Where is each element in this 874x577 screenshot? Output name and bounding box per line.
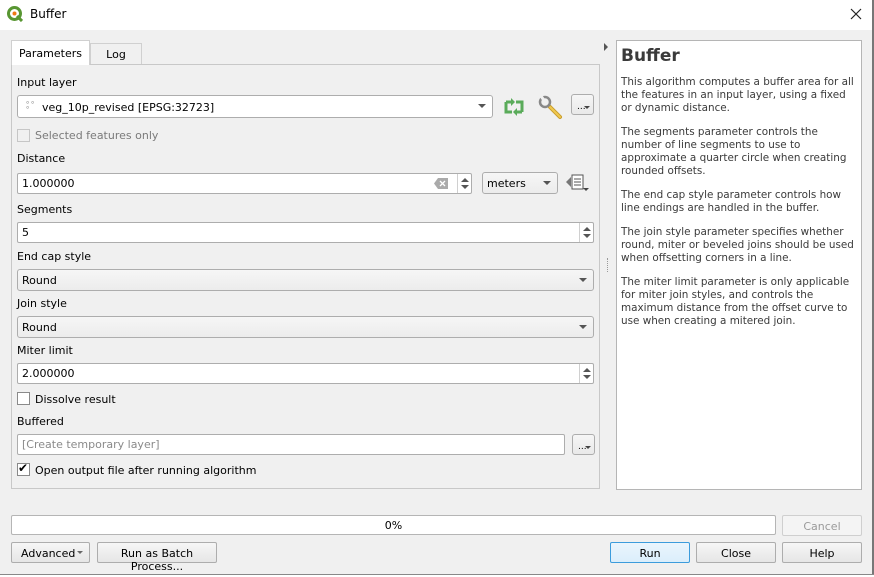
distance-label: Distance (17, 152, 66, 165)
help-button[interactable]: Help (782, 542, 862, 563)
advanced-button[interactable]: Advanced (11, 542, 90, 563)
selected-features-only-label: Selected features only (35, 129, 159, 142)
distance-unit-value: meters (487, 177, 526, 190)
input-layer-value: veg_10p_revised [EPSG:32723] (42, 101, 215, 114)
close-button[interactable]: Close (696, 542, 776, 563)
help-paragraph: The miter limit parameter is only applic… (621, 276, 850, 327)
collapse-help-icon[interactable] (604, 43, 608, 51)
window-title: Buffer (30, 7, 67, 21)
iterate-icon[interactable] (502, 96, 526, 118)
chevron-down-icon (77, 551, 83, 554)
help-paragraph: The join style parameter specifies wheth… (621, 226, 854, 264)
segments-value: 5 (22, 226, 29, 239)
help-paragraph: The segments parameter controls the numb… (621, 126, 847, 177)
checkmark-icon: ✔ (18, 461, 29, 475)
dropdown-arrow-icon (585, 446, 591, 449)
end-cap-style-select[interactable]: Round (17, 269, 594, 291)
chevron-down-icon (579, 278, 587, 282)
data-defined-override-icon[interactable] (566, 173, 590, 193)
buffered-placeholder: [Create temporary layer] (22, 438, 160, 451)
input-layer-select[interactable]: ∘∘ ∘ veg_10p_revised [EPSG:32723] (17, 95, 493, 118)
title-bar: Buffer (0, 0, 874, 30)
segments-input[interactable]: 5 (17, 222, 594, 243)
miter-limit-input[interactable]: 2.000000 (17, 363, 594, 384)
progress-label: 0% (384, 519, 403, 532)
segments-label: Segments (17, 203, 73, 216)
open-output-checkbox[interactable]: ✔ (17, 461, 30, 476)
chevron-down-icon (543, 181, 551, 185)
chevron-down-icon (478, 104, 486, 108)
distance-unit-select[interactable]: meters (482, 172, 558, 194)
help-panel: Buffer This algorithm computes a buffer … (616, 40, 862, 490)
progress-bar: 0% (11, 515, 776, 535)
cancel-button[interactable]: Cancel (782, 515, 862, 536)
buffered-output-input[interactable]: [Create temporary layer] (17, 434, 565, 455)
join-style-value: Round (22, 321, 57, 334)
miter-limit-value: 2.000000 (22, 367, 75, 380)
miter-limit-label: Miter limit (17, 344, 73, 357)
help-title: Buffer (621, 46, 680, 66)
close-icon[interactable] (846, 4, 866, 24)
point-layer-icon: ∘∘ ∘ (25, 98, 36, 112)
dropdown-arrow-icon (584, 106, 590, 109)
join-style-select[interactable]: Round (17, 316, 594, 338)
help-paragraph: The end cap style parameter controls how… (621, 189, 842, 214)
tab-log[interactable]: Log (90, 43, 142, 65)
input-layer-label: Input layer (17, 76, 77, 89)
distance-value: 1.000000 (22, 177, 75, 190)
buffered-browse-button[interactable]: ... (572, 434, 595, 455)
segments-spinner[interactable] (579, 223, 593, 242)
open-output-label: Open output file after running algorithm (35, 464, 257, 477)
run-button[interactable]: Run (610, 542, 690, 563)
dissolve-result-checkbox[interactable] (17, 392, 30, 405)
run-as-batch-button[interactable]: Run as Batch Process... (97, 542, 217, 573)
join-style-label: Join style (17, 297, 67, 310)
selected-features-only-checkbox[interactable] (17, 129, 30, 142)
end-cap-style-value: Round (22, 274, 57, 287)
dissolve-result-label: Dissolve result (35, 393, 116, 406)
end-cap-style-label: End cap style (17, 250, 92, 263)
chevron-down-icon (579, 325, 587, 329)
miter-limit-spinner[interactable] (579, 364, 593, 383)
buffered-label: Buffered (17, 415, 64, 428)
input-layer-options-button[interactable]: ... (571, 94, 594, 115)
tab-parameters[interactable]: Parameters (11, 40, 90, 65)
help-paragraph: This algorithm computes a buffer area fo… (621, 76, 854, 114)
clear-icon[interactable] (434, 178, 448, 189)
wrench-icon[interactable] (537, 94, 563, 120)
qgis-logo-icon (7, 6, 23, 22)
advanced-label: Advanced (21, 547, 76, 560)
distance-input[interactable]: 1.000000 (17, 173, 472, 194)
distance-spinner[interactable] (457, 174, 471, 193)
splitter-handle[interactable] (607, 258, 609, 272)
